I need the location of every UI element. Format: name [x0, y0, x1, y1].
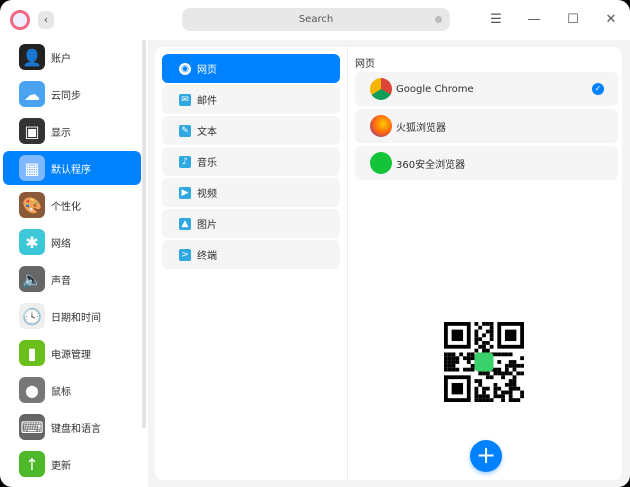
category-label: 视频: [197, 189, 217, 200]
maximize-button[interactable]: ☐: [563, 10, 583, 30]
category-label: 网页: [197, 65, 217, 76]
network-icon: ✱: [19, 229, 45, 255]
image-icon: ▲: [179, 217, 191, 230]
account-icon: 👤: [19, 44, 45, 70]
update-icon: ↑: [19, 451, 45, 477]
sidebar-item[interactable]: 🎨 个性化: [3, 188, 141, 222]
app-item[interactable]: 火狐浏览器: [355, 109, 618, 143]
sidebar-item-label: 电源管理: [51, 349, 91, 361]
mail-icon: ✉: [179, 93, 191, 106]
sidebar-item[interactable]: ✱ 网络: [3, 225, 141, 259]
search-placeholder: Search: [298, 14, 334, 25]
category-label: 终端: [197, 251, 217, 262]
sidebar-item[interactable]: 🕓 日期和时间: [3, 299, 141, 333]
sidebar-item[interactable]: ⌨ 键盘和语言: [3, 410, 141, 444]
category-item[interactable]: ▲ 图片: [162, 209, 340, 238]
sidebar: 👤 账户 ☁ 云同步 ▣ 显示 ▦ 默认程序 🎨 个性化 ✱ 网络 🔈 声音 🕓 日期和时间 ▮ 电源管理 ● 鼠标 ⌨…: [0, 40, 146, 487]
app-label: 360安全浏览器: [396, 159, 466, 171]
sound-icon: 🔈: [19, 266, 45, 292]
music-icon: ♪: [179, 155, 191, 168]
personalization-icon: 🎨: [19, 192, 45, 218]
keyboard-icon: ⌨: [19, 414, 45, 440]
category-item[interactable]: ✎ 文本: [162, 116, 340, 145]
qr-code: [444, 322, 524, 402]
pencil-icon: ✎: [179, 124, 191, 137]
sidebar-item[interactable]: ● 鼠标: [3, 373, 141, 407]
sidebar-item-label: 更新: [51, 460, 71, 472]
default-apps-icon: ▦: [19, 155, 45, 181]
battery-icon: ▮: [19, 340, 45, 366]
window: ‹ Search ☰ — ☐ ✕ 👤 账户 ☁ 云同步 ▣ 显示 ▦ 默认程序 🎨 个性化 ✱ 网络 🔈…: [0, 0, 630, 487]
titlebar: ‹ Search ☰ — ☐ ✕: [0, 0, 630, 40]
sidebar-item[interactable]: 👤 账户: [3, 40, 141, 74]
clock-icon: 🕓: [19, 303, 45, 329]
back-button[interactable]: ‹: [38, 11, 54, 29]
menu-button[interactable]: ☰: [486, 10, 506, 30]
apps-title: 网页: [355, 59, 375, 70]
sidebar-item-label: 日期和时间: [51, 312, 101, 324]
app-item[interactable]: 360安全浏览器: [355, 146, 618, 180]
cloud-sync-icon: ☁: [19, 81, 45, 107]
terminal-icon: >: [179, 248, 191, 261]
checkmark-icon: ✓: [592, 83, 604, 95]
add-app-button[interactable]: +: [470, 440, 502, 472]
sidebar-item[interactable]: ▦ 默认程序: [3, 151, 141, 185]
search-input[interactable]: Search: [182, 8, 450, 31]
display-icon: ▣: [19, 118, 45, 144]
category-item[interactable]: ▶ 视频: [162, 178, 340, 207]
chrome-icon: [370, 78, 392, 100]
sidebar-scrollbar[interactable]: [142, 40, 146, 428]
category-label: 邮件: [197, 96, 217, 107]
divider: [347, 47, 348, 480]
sidebar-item-label: 声音: [51, 275, 71, 287]
category-item[interactable]: ♪ 音乐: [162, 147, 340, 176]
sidebar-item-label: 默认程序: [51, 164, 91, 176]
app-label: Google Chrome: [396, 83, 474, 95]
app-item[interactable]: Google Chrome ✓: [355, 72, 618, 106]
clear-icon[interactable]: [435, 16, 442, 23]
close-button[interactable]: ✕: [601, 10, 621, 30]
sidebar-item[interactable]: ☁ 云同步: [3, 77, 141, 111]
firefox-icon: [370, 115, 392, 137]
category-item[interactable]: ◉ 网页: [162, 54, 340, 83]
sidebar-item-label: 键盘和语言: [51, 423, 101, 435]
category-label: 音乐: [197, 158, 217, 169]
sidebar-item-label: 鼠标: [51, 386, 71, 398]
sidebar-item[interactable]: ↑ 更新: [3, 447, 141, 481]
sidebar-item-label: 个性化: [51, 201, 81, 213]
app-label: 火狐浏览器: [396, 122, 446, 134]
app-logo-icon: [10, 10, 30, 30]
sidebar-item-label: 显示: [51, 127, 71, 139]
sidebar-item-label: 账户: [51, 53, 71, 65]
category-item[interactable]: ✉ 邮件: [162, 85, 340, 114]
sidebar-item-label: 网络: [51, 238, 71, 250]
category-label: 图片: [197, 220, 217, 231]
360-browser-icon: [370, 152, 392, 174]
globe-icon: ◉: [179, 62, 191, 75]
category-item[interactable]: > 终端: [162, 240, 340, 269]
sidebar-item[interactable]: ▮ 电源管理: [3, 336, 141, 370]
minimize-button[interactable]: —: [524, 10, 544, 30]
video-icon: ▶: [179, 186, 191, 199]
mouse-icon: ●: [19, 377, 45, 403]
content-area: ◉ 网页 ✉ 邮件 ✎ 文本 ♪ 音乐 ▶ 视频 ▲ 图片 > 终端 网页 Google Chrome ✓ 火…: [148, 40, 630, 487]
sidebar-item[interactable]: 🔈 声音: [3, 262, 141, 296]
category-label: 文本: [197, 127, 217, 138]
default-apps-panel: ◉ 网页 ✉ 邮件 ✎ 文本 ♪ 音乐 ▶ 视频 ▲ 图片 > 终端 网页 Google Chrome ✓ 火…: [155, 47, 622, 480]
sidebar-item-label: 云同步: [51, 90, 81, 102]
sidebar-item[interactable]: ▣ 显示: [3, 114, 141, 148]
